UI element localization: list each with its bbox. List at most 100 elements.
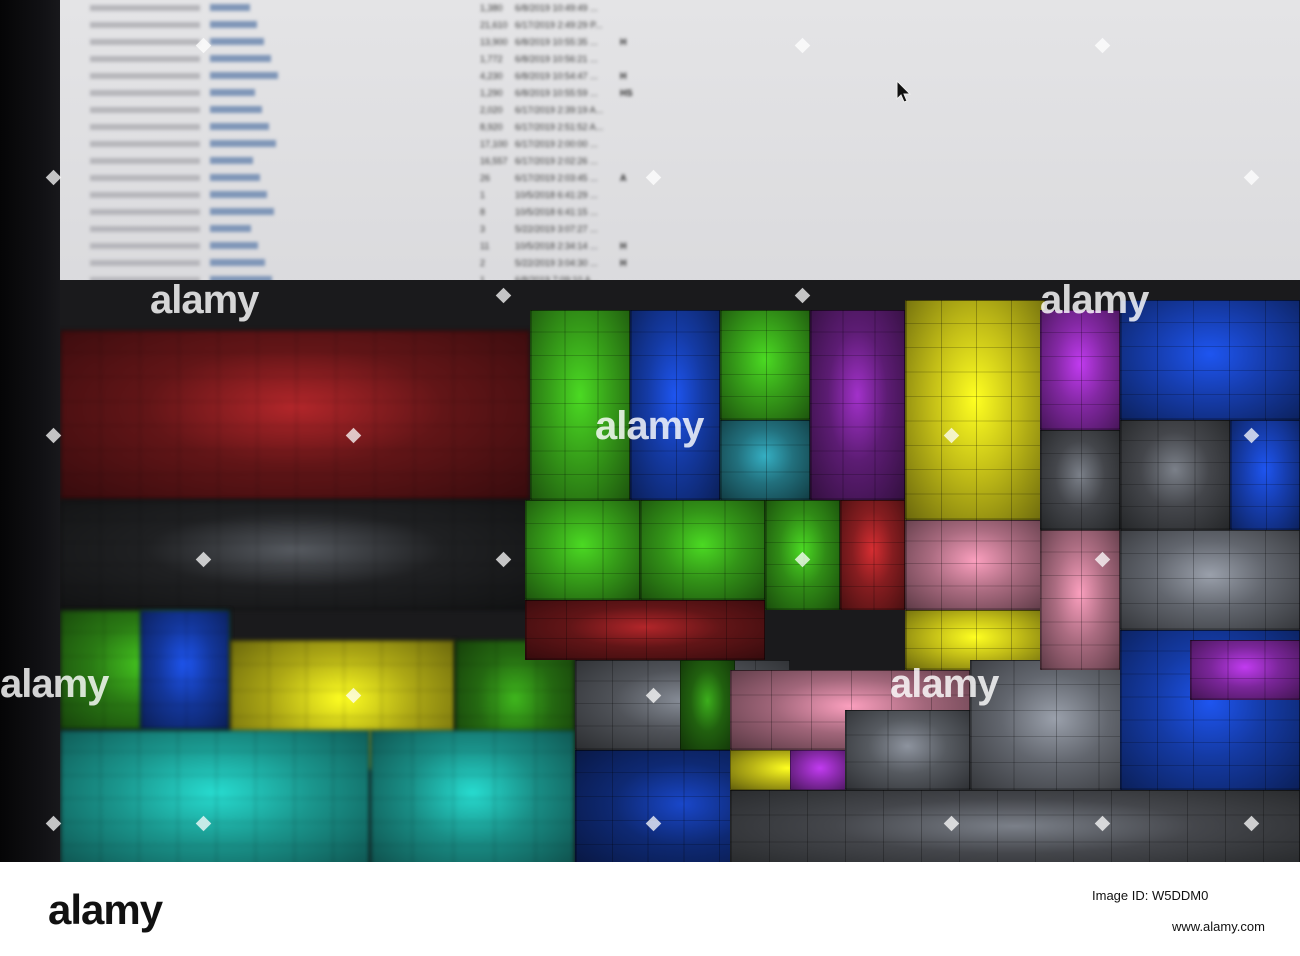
treemap-tile-teal[interactable] [370,730,575,870]
modified-date-cell: 10/5/2018 6:41:15 ... [515,207,598,217]
disk-usage-treemap[interactable] [60,280,1300,870]
table-row[interactable]: 26 6/17/2019 2:03:45 ... A [60,170,680,186]
footer-url: www.alamy.com [1172,919,1265,934]
modified-date-cell: 6/17/2019 2:02:26 ... [515,156,598,166]
treemap-tile-red[interactable] [525,600,765,660]
usage-bar [210,106,262,113]
size-cell: 21,610 [480,20,508,30]
table-row[interactable]: 11 10/5/2018 2:34:14 ... H [60,238,680,254]
size-cell: 8 [480,207,486,217]
modified-date-cell: 6/8/2019 10:54:47 ... [515,71,598,81]
treemap-tile-cyan[interactable] [720,420,810,500]
footer-image-id: Image ID: W5DDM0 [1092,888,1209,903]
treemap-tile-red[interactable] [60,330,530,500]
treemap-tile-grey[interactable] [1040,430,1120,530]
table-row[interactable]: 8 10/5/2018 6:41:15 ... [60,204,680,220]
treemap-tile-green[interactable] [640,500,765,600]
size-cell: 1 [480,190,486,200]
treemap-tile-blue[interactable] [1120,300,1300,420]
screen: 1,380 6/8/2019 10:49:49 ... 21,610 6/17/201… [60,0,1300,870]
modified-date-cell: 6/17/2019 2:51:52 A... [515,122,604,132]
treemap-tile-purple[interactable] [790,750,850,790]
footer-logo: alamy [48,886,163,933]
size-cell: 1,380 [480,3,503,13]
size-cell: 13,900 [480,37,508,47]
size-cell: 2 [480,258,486,268]
usage-bar [210,55,271,62]
size-cell: 26 [480,173,491,183]
treemap-tile-pink[interactable] [1040,530,1120,670]
treemap-tile-grey[interactable] [1120,530,1300,630]
usage-bar [210,123,269,130]
size-cell: 8,920 [480,122,503,132]
table-row[interactable]: 8,920 6/17/2019 2:51:52 A... [60,119,680,135]
treemap-tile-green[interactable] [720,310,810,420]
treemap-tile-yellow[interactable] [905,300,1045,520]
file-name-cell [90,22,200,28]
treemap-tile-grey[interactable] [730,790,1300,870]
attributes-cell: H [620,258,627,268]
treemap-tile-grey[interactable] [845,710,970,790]
table-row[interactable]: 1,772 6/8/2019 10:56:21 ... [60,51,680,67]
treemap-tile-grey[interactable] [60,500,530,610]
table-row[interactable]: 4,230 6/8/2019 10:54:47 ... H [60,68,680,84]
usage-bar [210,140,276,147]
table-row[interactable]: 1 10/5/2018 6:41:29 ... [60,187,680,203]
modified-date-cell: 6/17/2019 2:03:45 ... [515,173,598,183]
table-row[interactable]: 16,557 6/17/2019 2:02:26 ... [60,153,680,169]
treemap-tile-green[interactable] [525,500,640,600]
treemap-tile-blue[interactable] [140,610,230,730]
file-name-cell [90,90,200,96]
modified-date-cell: 10/5/2018 2:34:14 ... [515,241,598,251]
table-row[interactable]: 21,610 6/17/2019 2:49:29 P... [60,17,680,33]
size-cell: 17,100 [480,139,508,149]
usage-bar [210,72,278,79]
treemap-tile-purple[interactable] [1190,640,1300,700]
usage-bar [210,242,258,249]
table-row[interactable]: 1,380 6/8/2019 10:49:49 ... [60,0,680,16]
footer-bar [0,862,1300,956]
modified-date-cell: 5/22/2019 3:07:27 ... [515,224,598,234]
table-row[interactable]: 1,290 6/8/2019 10:55:59 ... HS [60,85,680,101]
size-cell: 11 [480,241,490,251]
treemap-tile-green[interactable] [680,660,735,750]
table-row[interactable]: 3 5/22/2019 3:07:27 ... [60,221,680,237]
treemap-tile-green[interactable] [530,310,630,500]
attributes-cell: H [620,37,627,47]
treemap-tile-purple[interactable] [1040,310,1120,430]
attributes-cell: A [620,173,627,183]
attributes-cell: H [620,71,627,81]
usage-bar [210,4,250,11]
treemap-tile-purple[interactable] [810,310,905,500]
table-row[interactable]: 17,100 6/17/2019 2:00:00 ... [60,136,680,152]
table-row[interactable]: 2,020 6/17/2019 2:39:19 A... [60,102,680,118]
file-name-cell [90,192,200,198]
modified-date-cell: 6/8/2019 10:49:49 ... [515,3,598,13]
table-row[interactable]: 2 5/22/2019 3:04:30 ... H [60,255,680,271]
treemap-tile-red[interactable] [840,500,905,610]
modified-date-cell: 6/17/2019 2:49:29 P... [515,20,603,30]
file-name-cell [90,175,200,181]
table-row[interactable]: 13,900 6/8/2019 10:55:35 ... H [60,34,680,50]
treemap-tile-teal[interactable] [60,730,370,870]
modified-date-cell: 6/8/2019 10:56:21 ... [515,54,598,64]
treemap-tile-blue[interactable] [630,310,720,500]
size-cell: 1,290 [480,88,503,98]
usage-bar [210,38,264,45]
modified-date-cell: 10/5/2018 6:41:29 ... [515,190,598,200]
size-cell: 1,772 [480,54,503,64]
file-name-cell [90,209,200,215]
treemap-tile-grey[interactable] [970,660,1140,790]
treemap-tile-grey[interactable] [1120,420,1230,530]
file-name-cell [90,260,200,266]
file-name-cell [90,158,200,164]
size-cell: 3 [480,224,486,234]
treemap-tile-pink[interactable] [905,520,1045,610]
attributes-cell: H [620,241,627,251]
file-name-cell [90,107,200,113]
size-cell: 4,230 [480,71,503,81]
file-name-cell [90,5,200,11]
file-name-cell [90,124,200,130]
treemap-tile-blue[interactable] [1230,420,1300,530]
modified-date-cell: 6/17/2019 2:39:19 A... [515,105,604,115]
